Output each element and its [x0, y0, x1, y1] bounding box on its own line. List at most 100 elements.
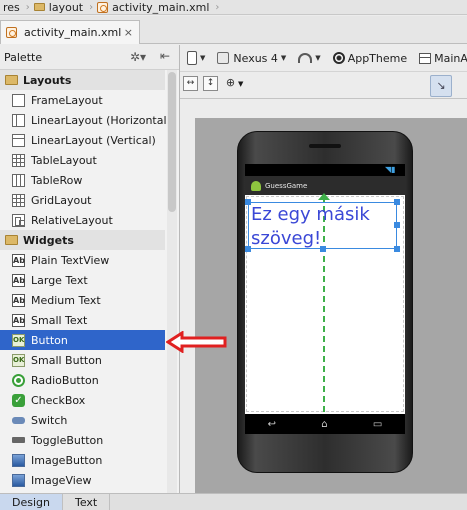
palette-item-relativelayout[interactable]: RelativeLayout: [0, 210, 165, 230]
linear-horizontal-icon: [12, 113, 25, 127]
palette-item-label: TableLayout: [31, 153, 97, 167]
android-studio-layout-editor: res › layout › activity_main.xml › activ…: [0, 0, 467, 510]
layout-variant-dropdown[interactable]: ▼: [184, 48, 208, 68]
textview-icon: Ab: [12, 253, 25, 267]
phone-icon: [187, 51, 197, 65]
navigation-bar: ↩ ⌂ ▭: [245, 414, 405, 434]
expand-vertical-icon[interactable]: ↕: [203, 76, 218, 91]
home-icon: ⌂: [321, 418, 328, 430]
expand-horizontal-icon[interactable]: ↔: [183, 76, 198, 91]
palette-item-label: Plain TextView: [31, 253, 110, 267]
chevron-down-icon[interactable]: ▼: [238, 80, 243, 88]
gear-icon[interactable]: ✲▾: [130, 50, 146, 64]
zoom-tool-icon[interactable]: ↘: [430, 75, 452, 97]
guide-arrow-icon: [318, 193, 330, 200]
app-title: GuessGame: [265, 181, 308, 190]
hide-panel-icon[interactable]: ⇤: [160, 49, 170, 63]
device-icon: [217, 52, 230, 64]
editor-toolbar: ▼ Nexus 4 ▼ ▼ AppTheme MainA: [180, 45, 467, 72]
palette-item-imageview[interactable]: ImageView: [0, 470, 165, 490]
button-icon: OK: [12, 353, 25, 367]
theme-label: AppTheme: [347, 51, 408, 65]
tab-activity-main-xml[interactable]: activity_main.xml ×: [0, 20, 140, 44]
palette-item-large-text[interactable]: Ab Large Text: [0, 270, 165, 290]
chevron-down-icon: ▼: [200, 54, 206, 62]
palette-item-label: GridLayout: [31, 193, 92, 207]
category-label: Widgets: [23, 233, 74, 247]
textview-icon: Ab: [12, 293, 25, 307]
palette-item-imagebutton[interactable]: ImageButton: [0, 450, 165, 470]
relative-layout-icon: [12, 213, 25, 227]
palette-item-small-button[interactable]: OK Small Button: [0, 350, 165, 370]
folder-icon: [5, 75, 18, 85]
palette-scrollbar[interactable]: [167, 70, 177, 493]
scrollbar-thumb[interactable]: [168, 72, 176, 212]
palette-item-label: Small Button: [31, 353, 102, 367]
palette-item-label: FrameLayout: [31, 93, 103, 107]
breadcrumb-label: activity_main.xml: [112, 0, 210, 14]
activity-dropdown[interactable]: MainA: [416, 48, 467, 68]
palette-item-linearlayout-horizontal[interactable]: LinearLayout (Horizontal): [0, 110, 171, 130]
palette-item-label: Button: [31, 333, 68, 347]
palette-item-plain-textview[interactable]: Ab Plain TextView: [0, 250, 165, 270]
palette-item-tablerow[interactable]: TableRow: [0, 170, 165, 190]
tab-label: activity_main.xml: [24, 26, 122, 39]
radio-button-icon: [12, 373, 25, 387]
status-bar: [245, 164, 405, 176]
theme-dropdown[interactable]: AppTheme: [330, 48, 410, 68]
breadcrumb-item-layout[interactable]: layout: [32, 0, 87, 14]
palette-category-layouts[interactable]: Layouts: [0, 70, 165, 90]
palette-panel: Palette ✲▾ ⇤ Layouts FrameLayout LinearL…: [0, 45, 180, 493]
breadcrumb-item-res[interactable]: res: [0, 0, 24, 14]
palette-item-label: LinearLayout (Vertical): [31, 133, 156, 147]
theme-icon: [332, 52, 345, 64]
chevron-down-icon: ▼: [280, 54, 287, 62]
palette-item-checkbox[interactable]: ✓ CheckBox: [0, 390, 165, 410]
palette-item-label: Switch: [31, 413, 68, 427]
toggle-button-icon: [12, 437, 25, 443]
activity-icon: [419, 52, 432, 64]
palette-item-tablelayout[interactable]: TableLayout: [0, 150, 165, 170]
palette-item-label: RadioButton: [31, 373, 99, 387]
palette-item-medium-text[interactable]: Ab Medium Text: [0, 290, 165, 310]
breadcrumb: res › layout › activity_main.xml ›: [0, 0, 467, 15]
palette-item-small-text[interactable]: Ab Small Text: [0, 310, 165, 330]
preview-textview[interactable]: Ez egy másik szöveg!: [251, 203, 401, 251]
device-dropdown[interactable]: Nexus 4 ▼: [214, 48, 289, 68]
textview-icon: Ab: [12, 273, 25, 287]
device-speaker: [309, 144, 341, 148]
zoom-fit-icon[interactable]: ⊕: [223, 76, 238, 91]
folder-icon: [5, 235, 18, 245]
editor-mode-tabs: Design Text: [0, 493, 467, 510]
activity-label: MainA: [434, 51, 467, 65]
palette-item-radiobutton[interactable]: RadioButton: [0, 370, 165, 390]
table-row-icon: [12, 173, 25, 187]
palette-category-widgets[interactable]: Widgets: [0, 230, 165, 250]
close-icon[interactable]: ×: [124, 26, 133, 39]
palette-item-button[interactable]: OK Button: [0, 330, 165, 350]
category-label: Layouts: [23, 73, 72, 87]
palette-item-gridlayout[interactable]: GridLayout: [0, 190, 165, 210]
android-icon: [251, 180, 261, 191]
palette-item-label: ImageButton: [31, 453, 103, 467]
editor-toolbar-secondary: ↔ ↕ ⊕ ▼: [180, 72, 467, 99]
palette-title: Palette: [4, 50, 43, 64]
palette-item-framelayout[interactable]: FrameLayout: [0, 90, 165, 110]
breadcrumb-item-file[interactable]: activity_main.xml: [95, 0, 213, 14]
breadcrumb-separator-icon: ›: [215, 1, 220, 13]
orientation-dropdown[interactable]: ▼: [295, 48, 323, 68]
folder-icon: [33, 3, 45, 11]
tab-text[interactable]: Text: [63, 494, 111, 510]
xml-file-icon: [97, 1, 109, 13]
device-label: Nexus 4: [233, 51, 278, 65]
table-layout-icon: [12, 153, 25, 167]
textview-icon: Ab: [12, 313, 25, 327]
palette-item-togglebutton[interactable]: ToggleButton: [0, 430, 165, 450]
tab-design[interactable]: Design: [0, 494, 63, 510]
palette-item-linearlayout-vertical[interactable]: LinearLayout (Vertical): [0, 130, 165, 150]
palette-item-label: ToggleButton: [31, 433, 104, 447]
xml-file-icon: [6, 27, 17, 38]
palette-item-label: TableRow: [31, 173, 83, 187]
wifi-battery-icon: ◥▮: [385, 165, 396, 174]
palette-item-switch[interactable]: Switch: [0, 410, 165, 430]
